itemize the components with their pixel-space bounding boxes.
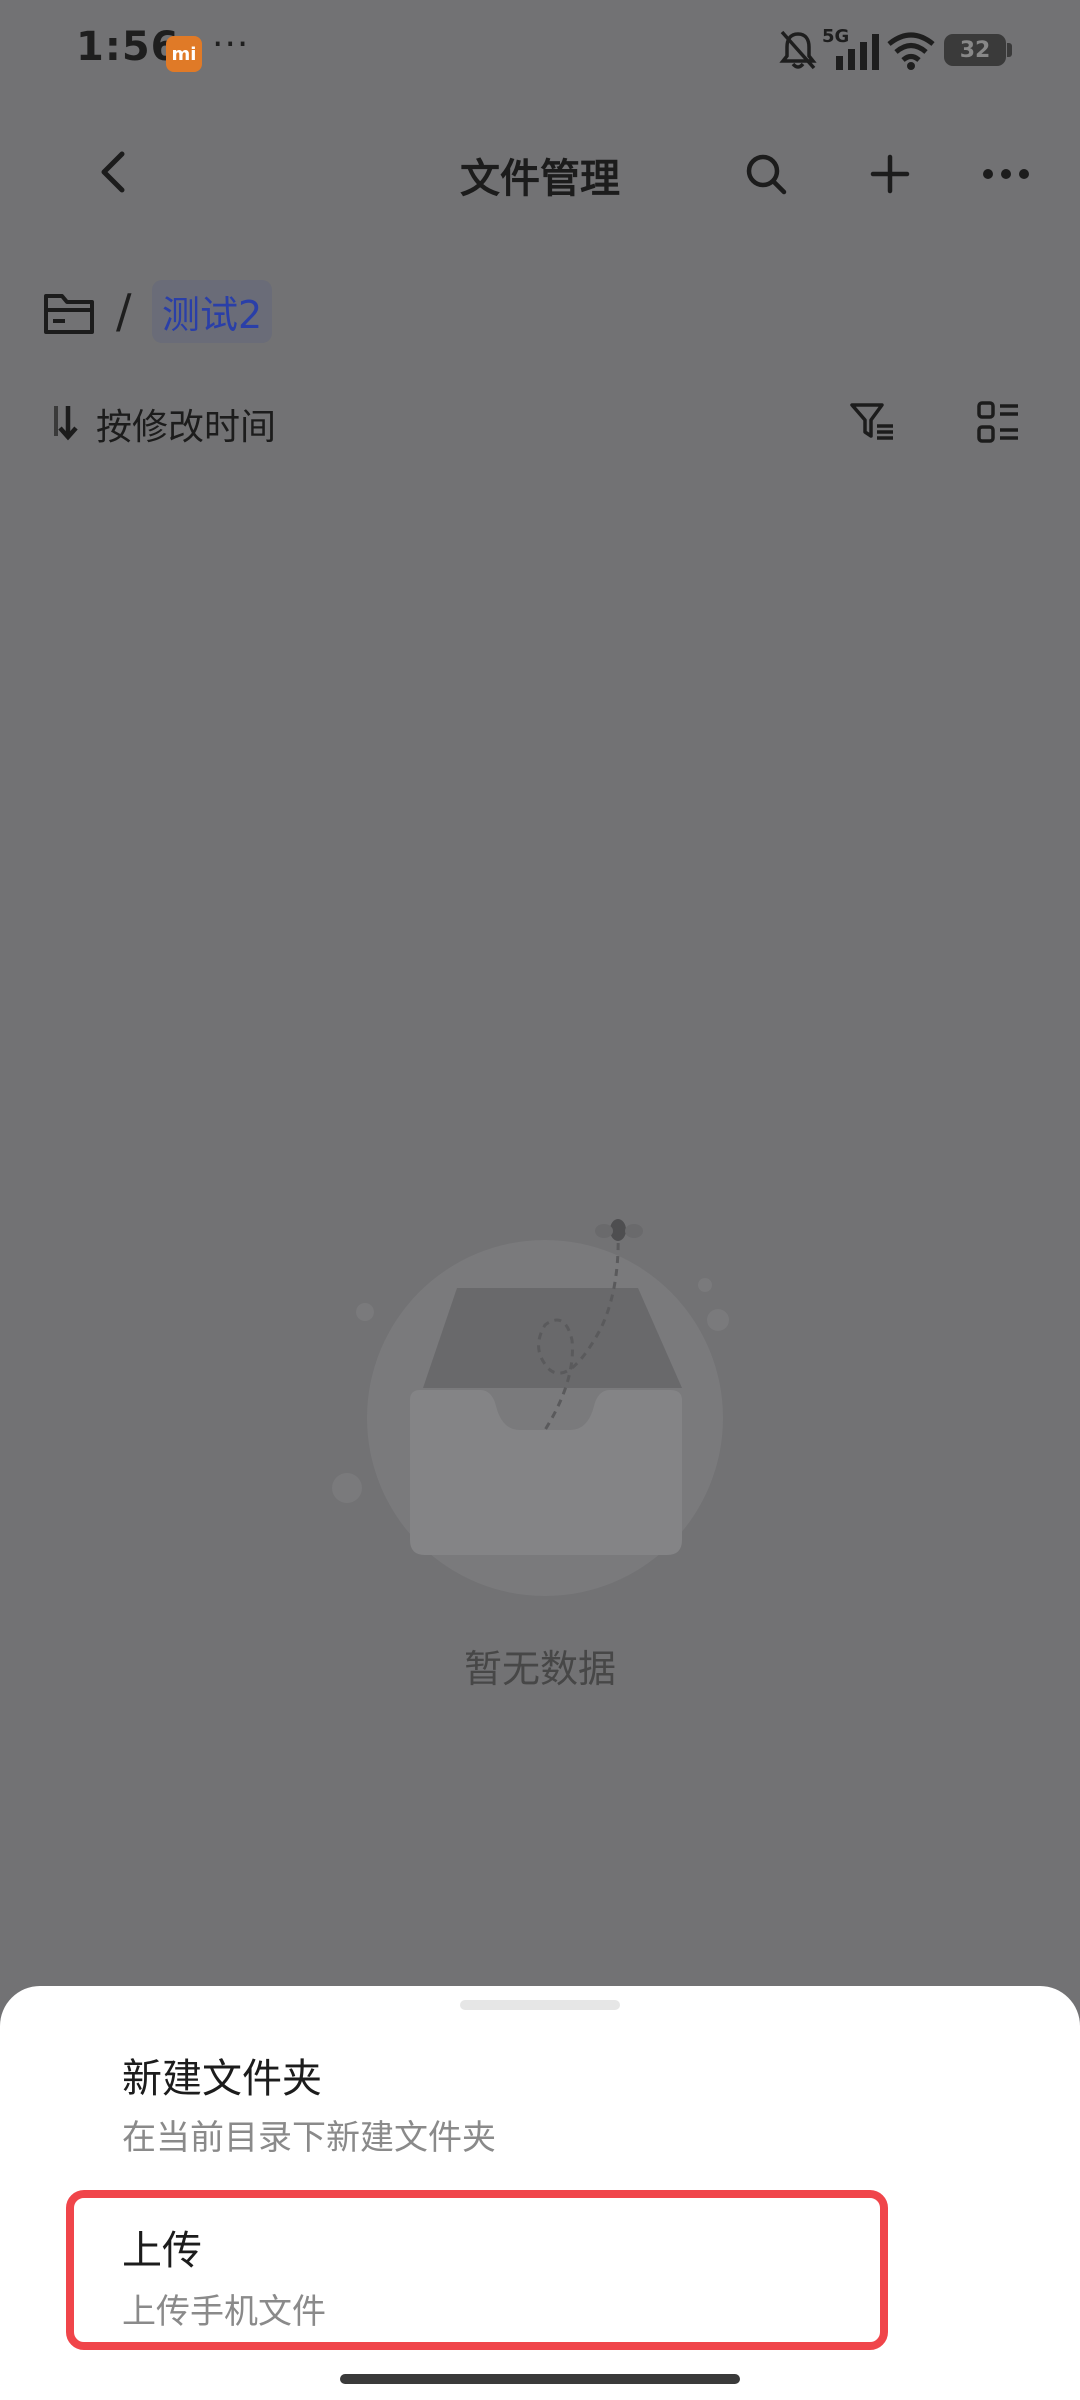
search-button[interactable]: [736, 144, 796, 204]
wifi-icon: [887, 32, 935, 70]
sheet-drag-handle[interactable]: [460, 2000, 620, 2010]
upload-option[interactable]: 上传 上传手机文件: [74, 2198, 880, 2342]
home-indicator[interactable]: [340, 2374, 740, 2384]
breadcrumb-current[interactable]: 测试2: [152, 280, 273, 343]
breadcrumb-separator: /: [116, 284, 132, 338]
sort-button[interactable]: 按修改时间: [40, 394, 430, 450]
plus-icon: [870, 154, 910, 194]
upload-description: 上传手机文件: [122, 2292, 326, 2332]
filter-button[interactable]: [844, 394, 900, 450]
search-icon: [746, 154, 787, 195]
battery-tip: [1007, 43, 1012, 57]
new-folder-option[interactable]: 新建文件夹 在当前目录下新建文件夹: [60, 2040, 1020, 2170]
view-toggle-button[interactable]: [970, 394, 1026, 450]
battery-indicator: 32: [944, 34, 1006, 66]
upload-title: 上传: [122, 2228, 202, 2274]
empty-box-illustration: [332, 1219, 729, 1596]
new-folder-title: 新建文件夹: [122, 2056, 322, 2102]
more-button[interactable]: [974, 144, 1038, 204]
mute-bell-icon: [779, 30, 817, 70]
status-more-icon: ···: [212, 24, 250, 65]
list-view-icon: [977, 401, 1018, 443]
empty-state-text: 暂无数据: [463, 1647, 616, 1691]
new-folder-description: 在当前目录下新建文件夹: [122, 2118, 496, 2158]
cellular-signal-icon: [836, 34, 879, 70]
status-time: 1:56: [76, 24, 180, 70]
folder-icon: [44, 294, 94, 334]
add-button[interactable]: [860, 144, 920, 204]
more-dots-icon: [983, 169, 1029, 179]
sort-arrow-icon: [54, 406, 78, 441]
filter-icon: [850, 403, 893, 440]
root-folder-button[interactable]: [40, 284, 98, 342]
mi-app-icon: mi: [166, 36, 202, 72]
sort-label: 按修改时间: [96, 407, 277, 448]
